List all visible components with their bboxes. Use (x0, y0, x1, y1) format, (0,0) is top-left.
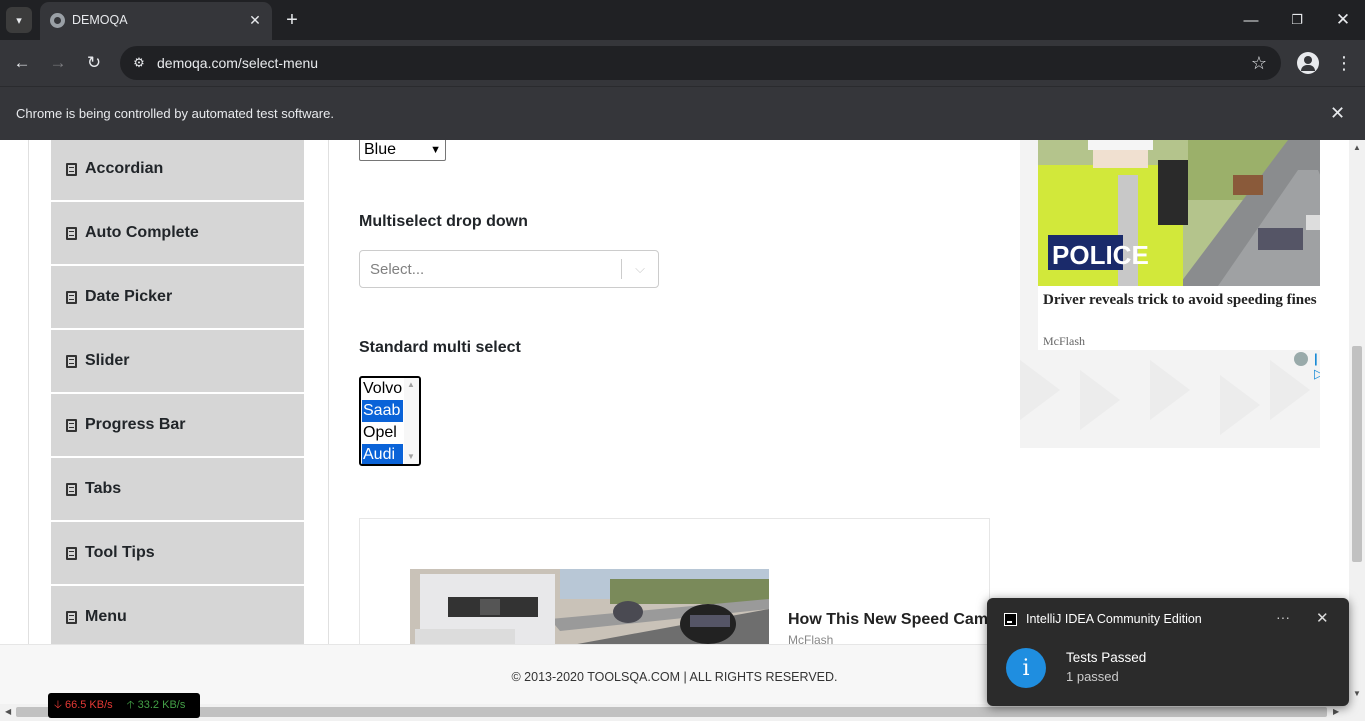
side-ad[interactable]: POLICE Driver reveals trick to avoid spe… (1020, 140, 1320, 448)
arrow-up-icon: 🡡 (126, 699, 135, 711)
sidebar-item-menu[interactable]: Menu (51, 586, 304, 648)
intellij-icon (1004, 613, 1017, 626)
address-bar[interactable]: ⚙ demoqa.com/select-menu ☆ (120, 46, 1281, 80)
infobar-text: Chrome is being controlled by automated … (16, 106, 334, 121)
horizontal-scrollbar[interactable]: ◀ ▶ (0, 704, 1365, 721)
sidebar-item-accordian[interactable]: Accordian (51, 140, 304, 200)
vertical-scrollbar[interactable]: ▲ ▼ (1349, 140, 1365, 704)
listbox-scrollbar[interactable]: ▲ ▼ (404, 378, 419, 464)
sidebar-item-slider[interactable]: Slider (51, 330, 304, 392)
reload-icon[interactable]: ↻ (82, 51, 106, 75)
more-icon[interactable]: ··· (1276, 609, 1290, 625)
sidebar-item-label: Slider (85, 352, 130, 369)
browser-toolbar: ← → ↻ ⚙ demoqa.com/select-menu ☆ ⋮ (0, 40, 1365, 86)
html5-icon (66, 162, 77, 176)
old-style-select[interactable]: Blue ▼ (359, 140, 446, 161)
close-icon[interactable]: ✕ (1316, 609, 1329, 627)
sidebar-item-label: Auto Complete (85, 224, 199, 241)
scroll-up-icon[interactable]: ▲ (1353, 143, 1361, 152)
url-text[interactable]: demoqa.com/select-menu (157, 55, 318, 71)
ad-title[interactable]: How This New Speed Cam (788, 611, 988, 629)
divider (328, 140, 329, 644)
notification-app-name: IntelliJ IDEA Community Edition (1026, 612, 1202, 626)
option-audi[interactable]: Audi (362, 444, 403, 464)
sidebar-item-label: Date Picker (85, 288, 173, 305)
test-notification[interactable]: IntelliJ IDEA Community Edition ··· ✕ i … (987, 598, 1349, 706)
multiselect-label: Multiselect drop down (359, 213, 528, 230)
standard-multi-select[interactable]: Volvo Saab Opel Audi ▲ ▼ (359, 376, 421, 466)
multiselect-dropdown[interactable]: Select... ⌵ (359, 250, 659, 288)
html5-icon (66, 290, 77, 304)
chevron-down-icon: ▼ (430, 144, 441, 156)
restore-icon[interactable]: ❐ (1282, 6, 1312, 34)
sidebar-item-tabs[interactable]: Tabs (51, 458, 304, 520)
adchoices-icon[interactable]: |▷ (1314, 351, 1320, 382)
window-close-icon[interactable]: ✕ (1328, 6, 1358, 34)
tab-title: DEMOQA (72, 13, 128, 27)
upload-speed: 🡡 33.2 KB/s (126, 699, 186, 711)
html5-icon (66, 482, 77, 496)
ad-feedback-icon[interactable] (1294, 352, 1308, 366)
divider (28, 140, 29, 644)
arrow-left-icon[interactable]: ← (10, 51, 34, 75)
svg-text:POLICE: POLICE (1052, 240, 1149, 270)
sidebar-item-progress-bar[interactable]: Progress Bar (51, 394, 304, 456)
scroll-right-icon[interactable]: ▶ (1333, 707, 1339, 716)
html5-icon (66, 610, 77, 624)
notification-title: Tests Passed (1066, 650, 1147, 665)
tune-icon[interactable]: ⚙ (130, 54, 148, 72)
close-icon[interactable]: ✕ (1330, 103, 1345, 124)
globe-icon (50, 13, 65, 28)
sidebar-item-date-picker[interactable]: Date Picker (51, 266, 304, 328)
automation-infobar: Chrome is being controlled by automated … (0, 86, 1365, 140)
sidebar-item-label: Accordian (85, 160, 164, 177)
select-value: Blue (364, 141, 397, 158)
arrow-down-icon: 🡣 (54, 699, 62, 711)
ad-banner[interactable]: How This New Speed Cam McFlash (359, 518, 990, 658)
ad-source: McFlash (1043, 334, 1085, 348)
standard-multi-label: Standard multi select (359, 339, 521, 356)
info-icon: i (1006, 648, 1046, 688)
network-speed-widget: 🡣 66.5 KB/s 🡡 33.2 KB/s (48, 693, 200, 718)
plus-icon[interactable]: + (280, 8, 304, 32)
chevron-down-icon[interactable]: ⌵ (630, 259, 650, 279)
arrow-right-icon[interactable]: → (46, 51, 70, 75)
kebab-icon[interactable]: ⋮ (1335, 51, 1353, 75)
ad-caption[interactable]: Driver reveals trick to avoid speeding f… (1038, 286, 1320, 350)
scrollbar-thumb[interactable] (16, 707, 1327, 717)
scroll-up-icon[interactable]: ▲ (407, 380, 415, 389)
html5-icon (66, 226, 77, 240)
notification-subtitle: 1 passed (1066, 669, 1119, 684)
close-icon[interactable]: ✕ (245, 10, 265, 30)
scroll-down-icon[interactable]: ▼ (1353, 689, 1361, 698)
option-opel[interactable]: Opel (362, 422, 403, 444)
browser-tab[interactable]: DEMOQA ✕ (40, 2, 272, 40)
ad-title[interactable]: Driver reveals trick to avoid speeding f… (1043, 290, 1320, 310)
html5-icon (66, 418, 77, 432)
sidebar-item-label: Tool Tips (85, 544, 155, 561)
option-saab[interactable]: Saab (362, 400, 403, 422)
scroll-down-icon[interactable]: ▼ (407, 452, 415, 461)
tab-strip: ▾ DEMOQA ✕ + — ❐ ✕ (0, 0, 1365, 40)
sidebar-item-label: Progress Bar (85, 416, 186, 433)
sidebar-item-label: Tabs (85, 480, 122, 497)
scrollbar-thumb[interactable] (1352, 346, 1362, 562)
sidebar-item-tool-tips[interactable]: Tool Tips (51, 522, 304, 584)
html5-icon (66, 354, 77, 368)
scroll-left-icon[interactable]: ◀ (5, 707, 11, 716)
multiselect-placeholder: Select... (370, 261, 425, 278)
option-volvo[interactable]: Volvo (362, 378, 403, 400)
sidebar-item-label: Menu (85, 608, 127, 625)
chevron-down-icon[interactable]: ▾ (6, 7, 32, 33)
sidebar-item-auto-complete[interactable]: Auto Complete (51, 202, 304, 264)
html5-icon (66, 546, 77, 560)
minimize-icon[interactable]: — (1236, 6, 1266, 34)
ad-image[interactable] (410, 569, 769, 649)
download-speed: 🡣 66.5 KB/s (54, 699, 113, 711)
separator (621, 259, 622, 279)
ad-image[interactable]: POLICE (1038, 140, 1320, 286)
person-icon[interactable] (1297, 52, 1319, 74)
star-icon[interactable]: ☆ (1251, 53, 1267, 74)
